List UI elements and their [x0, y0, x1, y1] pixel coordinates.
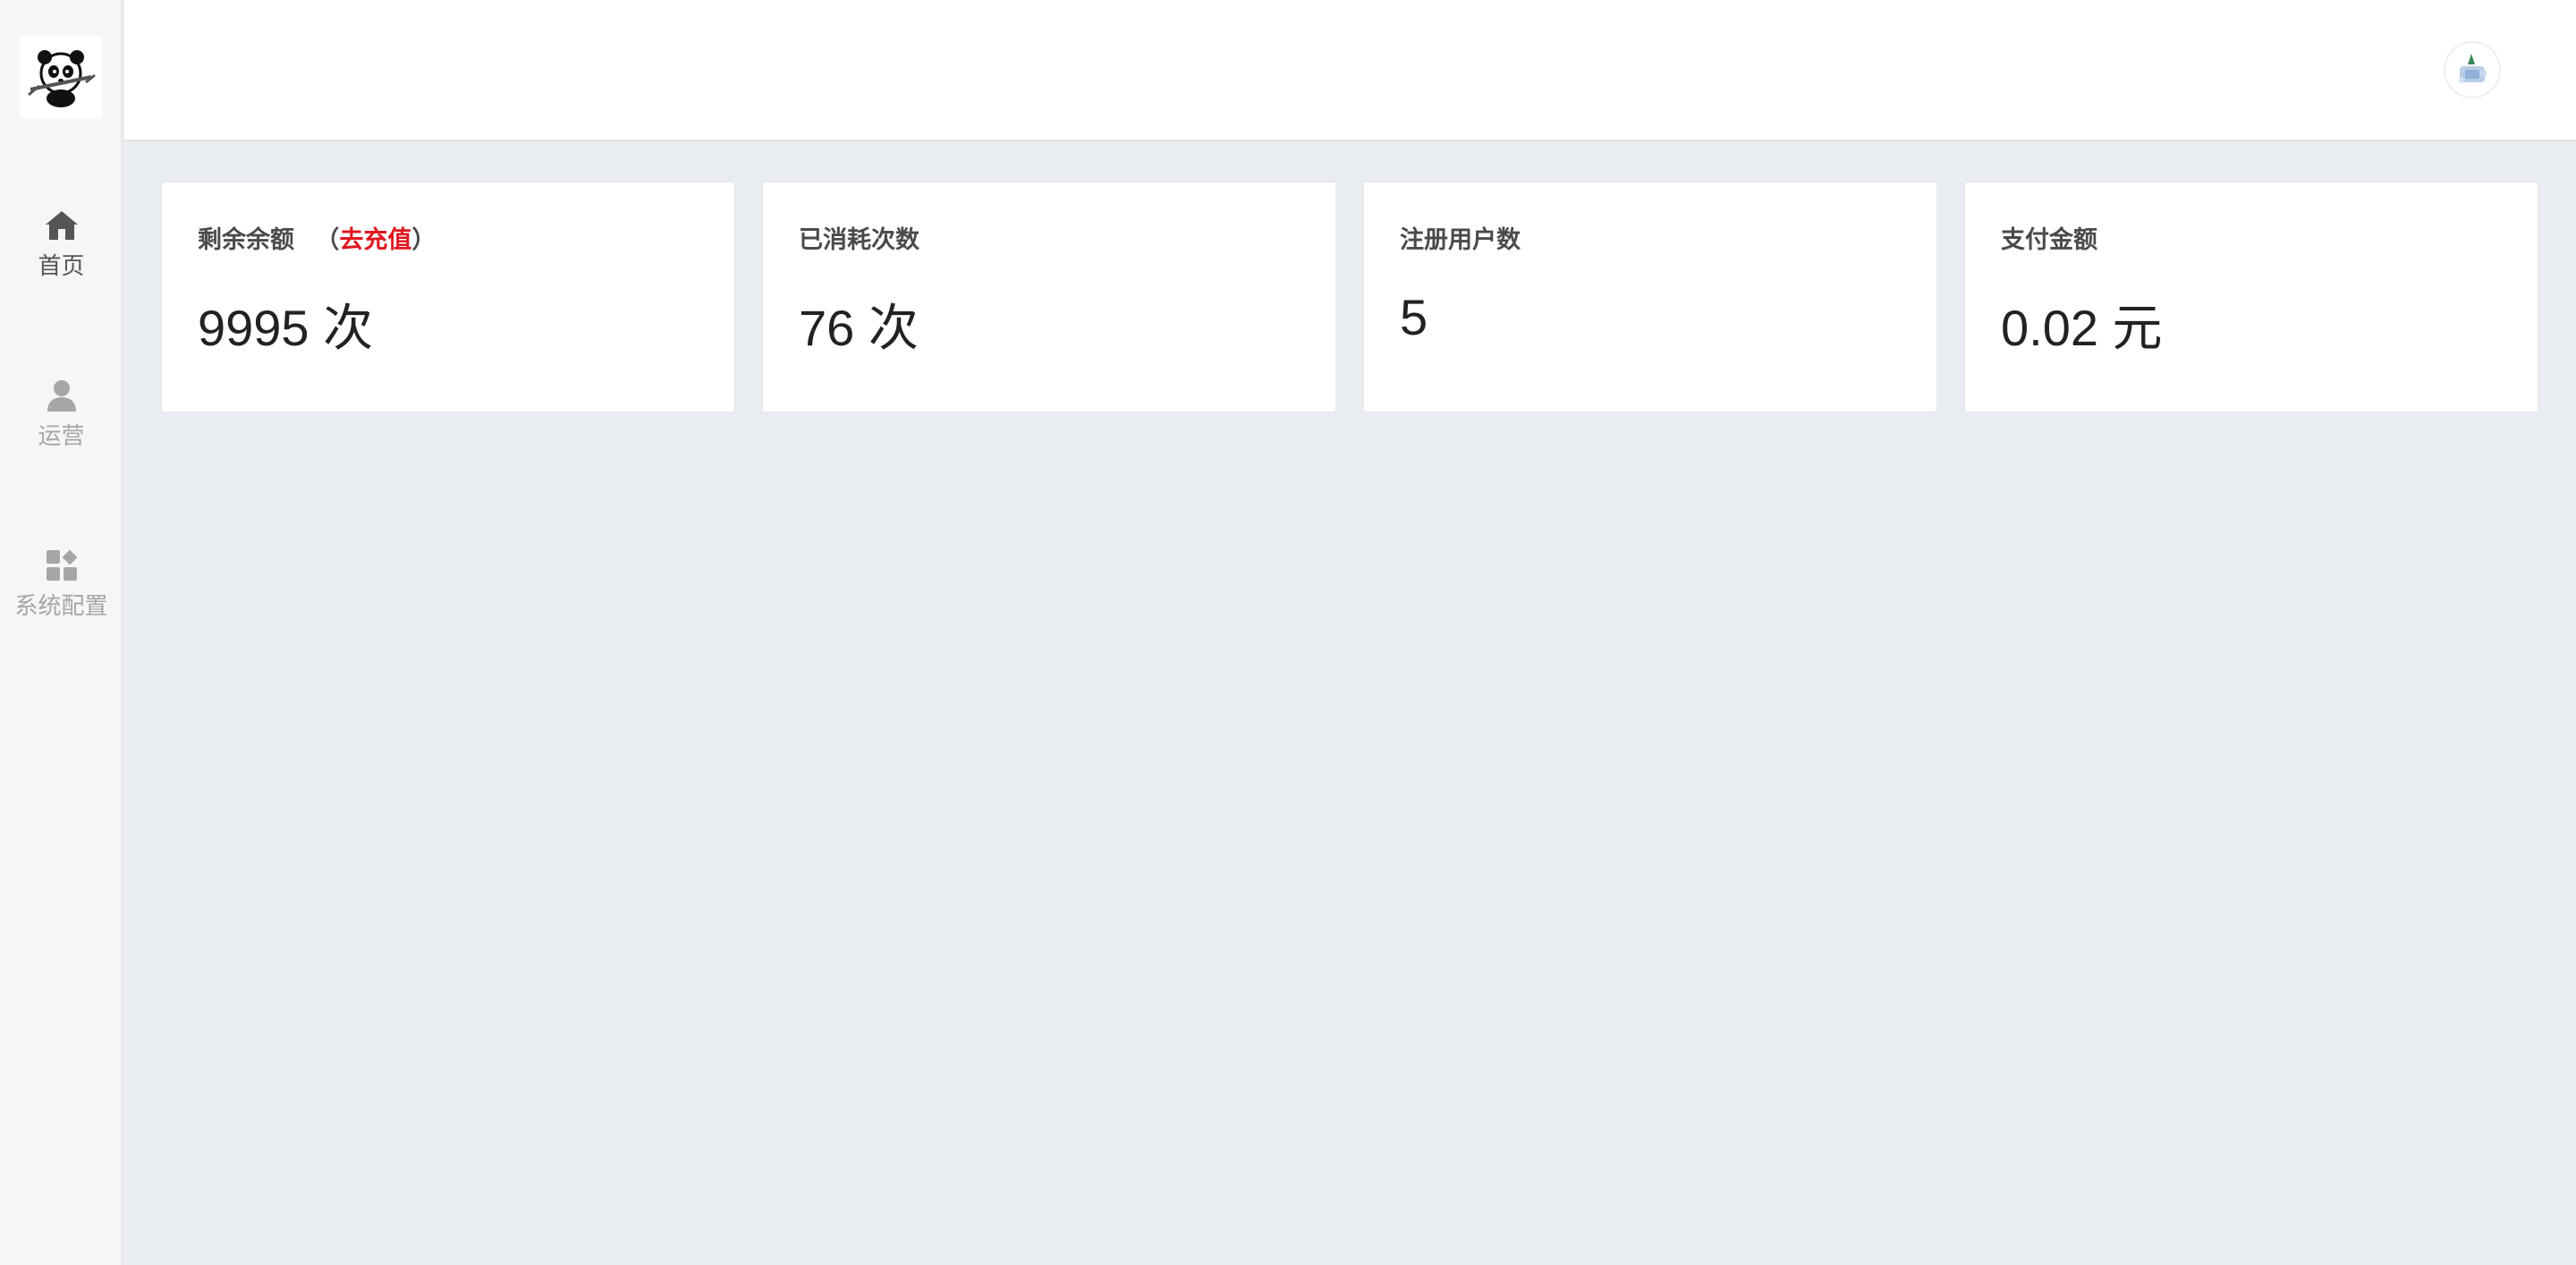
paren-close: ） — [411, 226, 436, 254]
stat-card-consumed: 已消耗次数 76 次 — [761, 181, 1337, 413]
sidebar-item-label: 首页 — [38, 253, 85, 280]
card-value: 0.02 元 — [2001, 300, 2163, 356]
sidebar-item-label: 系统配置 — [14, 593, 108, 620]
card-value: 76 次 — [799, 300, 919, 356]
card-value: 9995 次 — [198, 300, 374, 356]
card-title: 已消耗次数 — [799, 226, 919, 254]
sidebar-item-system-config[interactable]: 系统配置 — [0, 548, 123, 646]
sidebar: 首页 运营 系统配置 — [0, 0, 123, 1265]
sidebar-item-label: 运营 — [38, 423, 85, 450]
grid-icon — [44, 548, 80, 583]
card-value: 5 — [1400, 289, 1428, 345]
stat-card-payment-amount: 支付金额 0.02 元 — [1963, 181, 2539, 413]
sidebar-item-operations[interactable]: 运营 — [0, 378, 123, 476]
stat-card-registered-users: 注册用户数 5 — [1362, 181, 1938, 413]
recharge-link[interactable]: 去充值 — [339, 226, 411, 254]
card-title: 支付金额 — [2001, 226, 2097, 254]
card-title-text: 剩余余额 — [198, 226, 294, 254]
stat-card-balance: 剩余余额 （去充值） 9995 次 — [160, 181, 736, 413]
card-title: 剩余余额 （去充值） — [198, 220, 436, 255]
home-icon — [44, 208, 80, 243]
user-icon — [44, 378, 80, 413]
avatar[interactable] — [2444, 41, 2501, 98]
card-title: 注册用户数 — [1400, 226, 1521, 254]
top-header — [124, 0, 2576, 141]
panda-logo[interactable] — [20, 36, 102, 118]
paren-open: （ — [315, 226, 340, 254]
sidebar-item-home[interactable]: 首页 — [0, 208, 123, 306]
